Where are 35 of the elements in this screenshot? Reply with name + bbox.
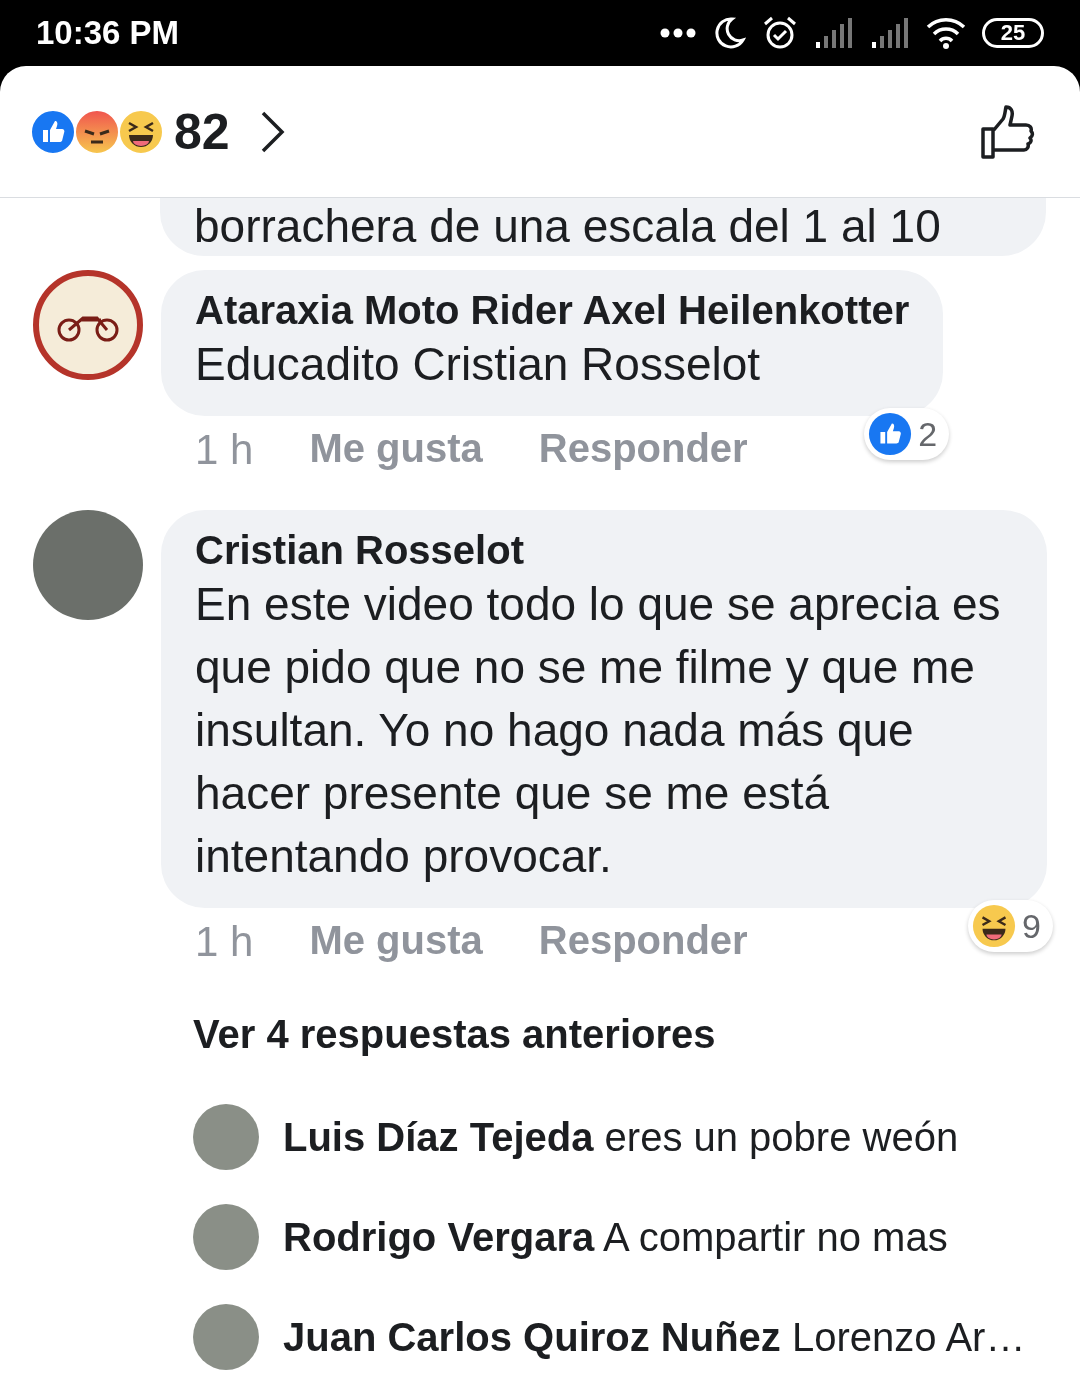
- reply-link[interactable]: Responder: [538, 426, 748, 474]
- reaction-badge[interactable]: 2: [864, 408, 950, 460]
- comment-text: borrachera de una escala del 1 al 10: [194, 200, 942, 252]
- comment-time: 1 h: [195, 918, 254, 966]
- comment-text: Educadito Cristian Rosselot: [195, 337, 762, 392]
- reply-text: Rodrigo Vergara A compartir no mas: [283, 1214, 948, 1260]
- view-replies-link[interactable]: Ver 4 respuestas anteriores: [193, 1012, 1080, 1057]
- angry-face-icon: [74, 108, 120, 155]
- reaction-badge[interactable]: 9: [968, 900, 1053, 952]
- laughing-face-icon: [972, 904, 1017, 948]
- comment-author[interactable]: Cristian Rosselot: [195, 528, 1013, 573]
- chevron-right-icon[interactable]: [259, 109, 286, 154]
- like-link[interactable]: Me gusta: [309, 426, 483, 474]
- wifi-icon: [926, 17, 966, 49]
- alarm-clock-icon: [762, 15, 798, 51]
- more-dots-icon: [660, 28, 696, 38]
- status-time: 10:36 PM: [36, 14, 180, 52]
- reply-text: Luis Díaz Tejeda eres un pobre weón: [283, 1114, 959, 1160]
- reply-link[interactable]: Responder: [538, 918, 748, 966]
- signal-icon: [814, 18, 854, 48]
- comment-text: En este video todo lo que se aprecia es que pido que no se me filme y que me insultan. Yo no hago nada más que hacer presente que se me está intentando provocar.: [195, 577, 1002, 884]
- like-reaction-icon: [30, 108, 76, 155]
- signal-icon: [870, 18, 910, 48]
- like-reaction-icon: [868, 412, 913, 456]
- reply-text: Juan Carlos Quiroz Nuñez Lorenzo Ar…: [283, 1314, 1026, 1360]
- laughing-face-icon: [118, 108, 164, 155]
- moon-icon: [712, 16, 746, 50]
- like-icon[interactable]: [980, 103, 1036, 160]
- reaction-count: 9: [1022, 906, 1041, 946]
- comment-time: 1 h: [195, 426, 254, 474]
- reaction-count: 2: [918, 414, 938, 454]
- comment-author[interactable]: Ataraxia Moto Rider Axel Heilenkotter: [195, 288, 910, 333]
- like-link[interactable]: Me gusta: [309, 918, 483, 966]
- reaction-count[interactable]: 82: [174, 102, 230, 161]
- battery-level: 25: [1000, 20, 1026, 46]
